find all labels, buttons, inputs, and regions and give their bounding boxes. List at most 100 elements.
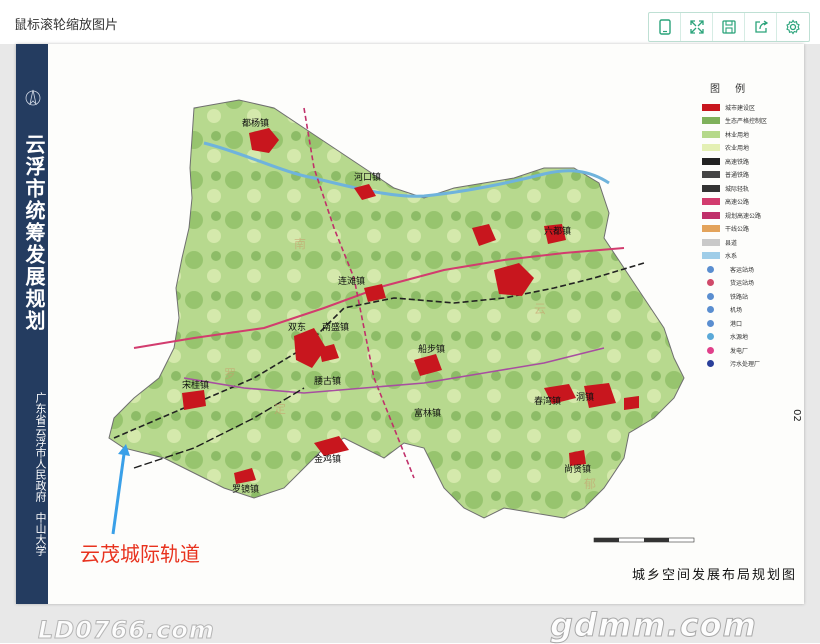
legend-label: 高速公路 — [725, 199, 750, 206]
legend-swatch — [702, 103, 720, 111]
legend-swatch — [707, 319, 714, 327]
region-name-luo: 罗 — [224, 367, 236, 381]
share-icon — [754, 20, 768, 33]
tablet-view-button[interactable] — [649, 13, 681, 41]
legend-swatch — [702, 157, 720, 165]
legend-swatch — [707, 292, 714, 300]
legend-swatch — [702, 130, 720, 138]
legend-label: 城际轻轨 — [725, 185, 750, 193]
spine-organization: 广东省云浮市人民政府 — [34, 392, 47, 502]
legend-item: 城际轻轨 — [702, 183, 800, 193]
share-button[interactable] — [745, 13, 777, 41]
legend-item: 县道 — [702, 237, 800, 247]
legend-swatch — [707, 346, 714, 354]
legend-item: 生态严格控制区 — [702, 116, 800, 126]
spine-university: 中山大学 — [34, 512, 47, 556]
town-label: 都杨镇 — [242, 117, 269, 129]
legend-swatch — [702, 117, 720, 124]
tablet-icon — [658, 19, 671, 35]
legend-item: 农业用地 — [702, 143, 800, 153]
town-label: 双东 — [288, 321, 306, 333]
town-label: 河口镇 — [354, 171, 381, 183]
town-label: 宋桂镇 — [182, 379, 209, 391]
legend-item: 货运站场 — [702, 278, 800, 288]
legend-label: 水系 — [725, 253, 738, 260]
legend-item: 城市建设区 — [702, 102, 800, 112]
legend-swatch — [702, 238, 720, 246]
legend-swatch — [707, 265, 714, 273]
fullscreen-button[interactable] — [681, 13, 713, 41]
town-label: 尚贤镇 — [564, 463, 591, 475]
map-legend: 图 例 城市建设区 生态严格控制区 林业用地 农业用地 高速铁路 普通铁路 城际轻轨 高速公路… — [700, 80, 800, 380]
town-label: 洞镇 — [576, 391, 594, 403]
legend-label: 发电厂 — [730, 347, 749, 355]
planning-map: 南 云 罗 定 郁 都杨镇 河口镇 连滩镇 双东 南盛镇 船步镇 六都镇 宋桂镇… — [108, 99, 695, 543]
legend-label: 水源地 — [730, 334, 749, 341]
legend-label: 林业用地 — [725, 131, 750, 139]
legend-item: 发电厂 — [702, 345, 800, 355]
legend-swatch — [702, 225, 720, 232]
legend-swatch — [702, 184, 720, 192]
compass-logo-icon — [25, 89, 41, 106]
region-name-yun: 云 — [534, 302, 546, 316]
legend-swatch — [707, 279, 714, 286]
legend-item: 水系 — [702, 251, 800, 261]
region-name-nan: 南 — [294, 236, 306, 251]
town-label: 春湾镇 — [534, 395, 561, 407]
legend-label: 机场 — [730, 307, 743, 314]
legend-label: 高速铁路 — [725, 158, 750, 166]
yunfu-region-area — [108, 99, 685, 519]
window-titlebar: 鼠标滚轮缩放图片 — [0, 0, 820, 44]
page-number: 02 — [790, 409, 802, 422]
legend-item: 水源地 — [702, 332, 800, 342]
settings-button[interactable] — [777, 13, 809, 41]
legend-item: 客运站场 — [702, 264, 800, 274]
watermark-right: gdmm.com — [550, 606, 757, 644]
map-caption: 城乡空间发展布局规划图 — [632, 568, 798, 583]
region-name-yu: 郁 — [584, 476, 596, 491]
legend-label: 货运站场 — [730, 280, 755, 287]
legend-label: 铁路站 — [730, 293, 749, 301]
fullscreen-icon — [689, 20, 704, 34]
legend-title: 图 例 — [710, 84, 752, 95]
legend-label: 污水处理厂 — [730, 361, 761, 368]
legend-swatch — [707, 360, 714, 367]
legend-item: 高速公路 — [702, 197, 800, 207]
legend-swatch — [702, 198, 720, 205]
legend-item: 高速铁路 — [702, 156, 800, 166]
legend-label: 生态严格控制区 — [725, 118, 768, 125]
annotation-label: 云茂城际轨道 — [80, 542, 200, 566]
save-button[interactable] — [713, 13, 745, 41]
legend-swatch — [702, 144, 720, 151]
image-toolbar — [648, 12, 810, 42]
legend-label: 农业用地 — [725, 145, 750, 152]
legend-swatch — [702, 171, 720, 178]
legend-label: 干线公路 — [725, 226, 750, 233]
legend-item: 污水处理厂 — [702, 359, 800, 369]
town-label: 腰古镇 — [314, 375, 341, 387]
legend-label: 县道 — [725, 239, 738, 247]
watermark-left: LD0766.com — [38, 616, 215, 644]
window-title: 鼠标滚轮缩放图片 — [14, 18, 119, 33]
legend-label: 城市建设区 — [725, 104, 756, 112]
legend-label: 港口 — [730, 320, 743, 328]
annotation-arrow — [111, 444, 130, 535]
legend-swatch — [702, 211, 720, 219]
image-viewer-stage[interactable]: 云浮市统筹发展规划 广东省云浮市人民政府 中山大学 南 云 罗 定 郁 都杨镇 … — [0, 44, 820, 644]
legend-item: 港口 — [702, 318, 800, 328]
town-label: 六都镇 — [544, 225, 571, 237]
town-label: 船步镇 — [418, 343, 445, 355]
legend-item: 铁路站 — [702, 291, 800, 301]
town-label: 罗镜镇 — [232, 483, 259, 495]
town-label: 金鸡镇 — [314, 453, 341, 465]
legend-item: 林业用地 — [702, 129, 800, 139]
scale-bar — [593, 537, 695, 543]
legend-swatch — [707, 306, 714, 313]
legend-item: 干线公路 — [702, 224, 800, 234]
region-name-ding: 定 — [274, 401, 286, 416]
legend-label: 客运站场 — [730, 266, 755, 274]
town-label: 富林镇 — [414, 407, 441, 419]
legend-swatch — [707, 333, 714, 340]
legend-swatch — [702, 252, 720, 259]
legend-item: 规划高速公路 — [702, 210, 800, 220]
